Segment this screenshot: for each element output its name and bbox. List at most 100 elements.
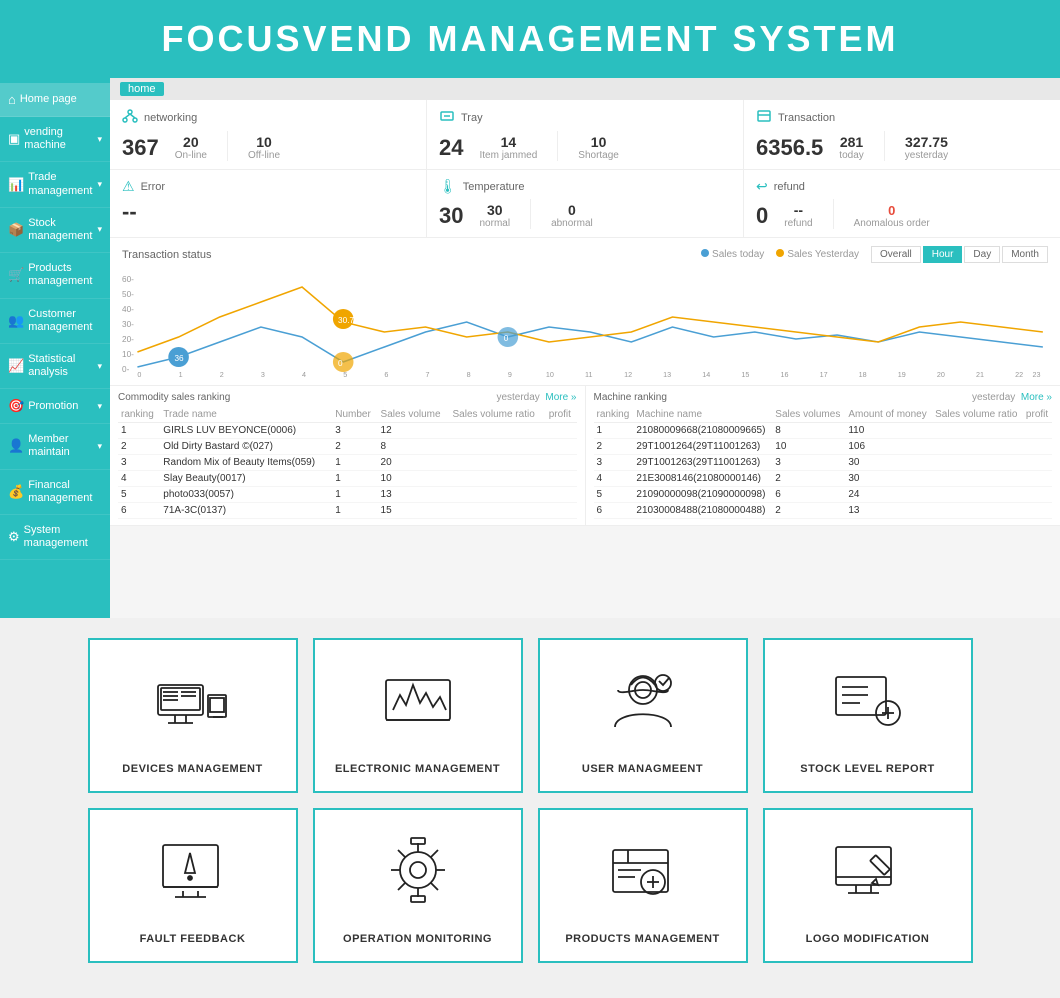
cards-row-2: FAULT FEEDBACK OPER xyxy=(80,808,980,963)
svg-text:7: 7 xyxy=(426,371,430,377)
home-breadcrumb[interactable]: home xyxy=(120,82,164,96)
svg-text:18: 18 xyxy=(859,371,867,377)
error-block: ⚠ Error -- xyxy=(110,170,427,237)
sidebar-item-system[interactable]: ⚙ System management xyxy=(0,515,110,560)
sidebar-item-label: Stock management xyxy=(28,217,93,243)
system-icon: ⚙ xyxy=(8,529,20,545)
svg-text:9: 9 xyxy=(508,371,512,377)
tray-label: Tray xyxy=(461,112,483,124)
chevron-icon: ▾ xyxy=(97,401,102,412)
temp-icon: 🌡 xyxy=(439,178,457,195)
transaction-sub2: 327.75 yesterday xyxy=(905,134,948,161)
svg-text:30-: 30- xyxy=(122,320,134,329)
tab-hour[interactable]: Hour xyxy=(923,246,963,263)
fault-icon xyxy=(153,830,233,910)
refund-icon: ↩ xyxy=(756,178,768,195)
svg-text:2: 2 xyxy=(220,371,224,377)
sidebar-item-label: Financal management xyxy=(28,479,102,505)
card-user[interactable]: USER MANAGMEENT xyxy=(538,638,748,793)
svg-text:36: 36 xyxy=(174,354,184,363)
chart-legend: Sales today Sales Yesterday xyxy=(701,249,859,260)
machine-more[interactable]: More » xyxy=(1021,392,1052,403)
sidebar-item-trade[interactable]: 📊 Trade management ▾ xyxy=(0,162,110,207)
transaction-block: Transaction 6356.5 281 today 327.75 yest… xyxy=(744,100,1060,169)
svg-text:5: 5 xyxy=(343,371,347,377)
sidebar-item-member[interactable]: 👤 Member maintain ▾ xyxy=(0,424,110,469)
stock-icon: 📦 xyxy=(8,222,24,238)
app-header: FOCUSVEND MANAGEMENT SYSTEM xyxy=(0,0,1060,78)
svg-text:0-: 0- xyxy=(122,365,130,374)
table-row: 1GIRLS LUV BEYONCE(0006)312 xyxy=(118,423,577,439)
tab-day[interactable]: Day xyxy=(964,246,1000,263)
svg-text:20: 20 xyxy=(937,371,945,377)
stats-icon: 📈 xyxy=(8,358,24,374)
tray-sub2: 10 Shortage xyxy=(578,134,619,161)
transaction-sub1: 281 today xyxy=(839,134,863,161)
svg-text:21: 21 xyxy=(976,371,984,377)
temperature-block: 🌡 Temperature 30 30 normal 0 abnormal xyxy=(427,170,744,237)
commodity-more[interactable]: More » xyxy=(545,392,576,403)
products-mgmt-icon xyxy=(603,830,683,910)
sidebar-item-label: Member maintain xyxy=(28,433,93,459)
sidebar-item-home[interactable]: ⌂ Home page xyxy=(0,83,110,117)
stats-row-1: networking 367 20 On-line 10 Off-line xyxy=(110,100,1060,170)
sidebar-item-promotion[interactable]: 🎯 Promotion ▾ xyxy=(0,389,110,424)
cards-row-1: DEVICES MANAGEMENT ELECTRONIC MANAGEMENT xyxy=(80,638,980,793)
card-stock[interactable]: STOCK LEVEL REPORT xyxy=(763,638,973,793)
error-value: -- xyxy=(122,199,137,225)
card-operation[interactable]: OPERATION MONITORING xyxy=(313,808,523,963)
table-row: 229T1001264(29T11001263)10106 xyxy=(594,439,1053,455)
sidebar-item-label: Home page xyxy=(20,93,77,106)
sidebar-item-stock[interactable]: 📦 Stock management ▾ xyxy=(0,208,110,253)
sidebar-item-customer[interactable]: 👥 Customer management xyxy=(0,299,110,344)
tray-sub1: 14 Item jammed xyxy=(479,134,537,161)
operation-label: OPERATION MONITORING xyxy=(343,933,492,945)
commodity-title: Commodity sales ranking xyxy=(118,392,230,403)
svg-text:3: 3 xyxy=(261,371,265,377)
tab-overall[interactable]: Overall xyxy=(871,246,921,263)
sidebar-item-vending[interactable]: ▣ vending machine ▾ xyxy=(0,117,110,162)
card-logo[interactable]: LOGO MODIFICATION xyxy=(763,808,973,963)
financial-icon: 💰 xyxy=(8,484,24,500)
temp-sub2: 0 abnormal xyxy=(551,202,593,229)
sidebar-item-label: Trade management xyxy=(28,171,93,197)
chevron-icon: ▾ xyxy=(97,361,102,372)
svg-text:11: 11 xyxy=(585,371,593,377)
commodity-table-section: Commodity sales ranking yesterday More »… xyxy=(110,386,586,525)
sidebar-item-financial[interactable]: 💰 Financal management xyxy=(0,470,110,515)
card-products[interactable]: PRODUCTS MANAGEMENT xyxy=(538,808,748,963)
tab-month[interactable]: Month xyxy=(1002,246,1048,263)
svg-text:19: 19 xyxy=(898,371,906,377)
chevron-icon: ▾ xyxy=(97,441,102,452)
chart-area: Transaction status Sales today Sales Yes… xyxy=(110,238,1060,386)
sidebar-item-label: Customer management xyxy=(28,308,102,334)
user-label: USER MANAGMEENT xyxy=(582,763,703,775)
sidebar-item-products[interactable]: 🛒 Products management xyxy=(0,253,110,298)
svg-text:10: 10 xyxy=(546,371,554,377)
dashboard: home networking 367 20 xyxy=(110,78,1060,618)
products-mgmt-label: PRODUCTS MANAGEMENT xyxy=(565,933,719,945)
svg-text:12: 12 xyxy=(624,371,632,377)
table-row: 3Random Mix of Beauty Items(059)120 xyxy=(118,455,577,471)
svg-text:4: 4 xyxy=(302,371,306,377)
svg-text:1: 1 xyxy=(179,371,183,377)
card-fault[interactable]: FAULT FEEDBACK xyxy=(88,808,298,963)
svg-text:15: 15 xyxy=(741,371,749,377)
card-devices[interactable]: DEVICES MANAGEMENT xyxy=(88,638,298,793)
sidebar: ⌂ Home page ▣ vending machine ▾ 📊 Trade … xyxy=(0,78,110,618)
fault-label: FAULT FEEDBACK xyxy=(140,933,246,945)
svg-text:17: 17 xyxy=(820,371,828,377)
stats-row-2: ⚠ Error -- 🌡 Temperature 30 30 normal xyxy=(110,170,1060,238)
transaction-main: 6356.5 xyxy=(756,135,823,161)
logo-label: LOGO MODIFICATION xyxy=(806,933,930,945)
vending-icon: ▣ xyxy=(8,131,20,147)
card-electronic[interactable]: ELECTRONIC MANAGEMENT xyxy=(313,638,523,793)
networking-sub2: 10 Off-line xyxy=(248,134,280,161)
chevron-icon: ▾ xyxy=(97,179,102,190)
sidebar-item-label: System management xyxy=(24,524,102,550)
temp-sub1: 30 normal xyxy=(479,202,510,229)
products-icon: 🛒 xyxy=(8,267,24,283)
tray-block: Tray 24 14 Item jammed 10 Shortage xyxy=(427,100,744,169)
sidebar-item-stats[interactable]: 📈 Statistical analysis ▾ xyxy=(0,344,110,389)
svg-text:8: 8 xyxy=(467,371,471,377)
